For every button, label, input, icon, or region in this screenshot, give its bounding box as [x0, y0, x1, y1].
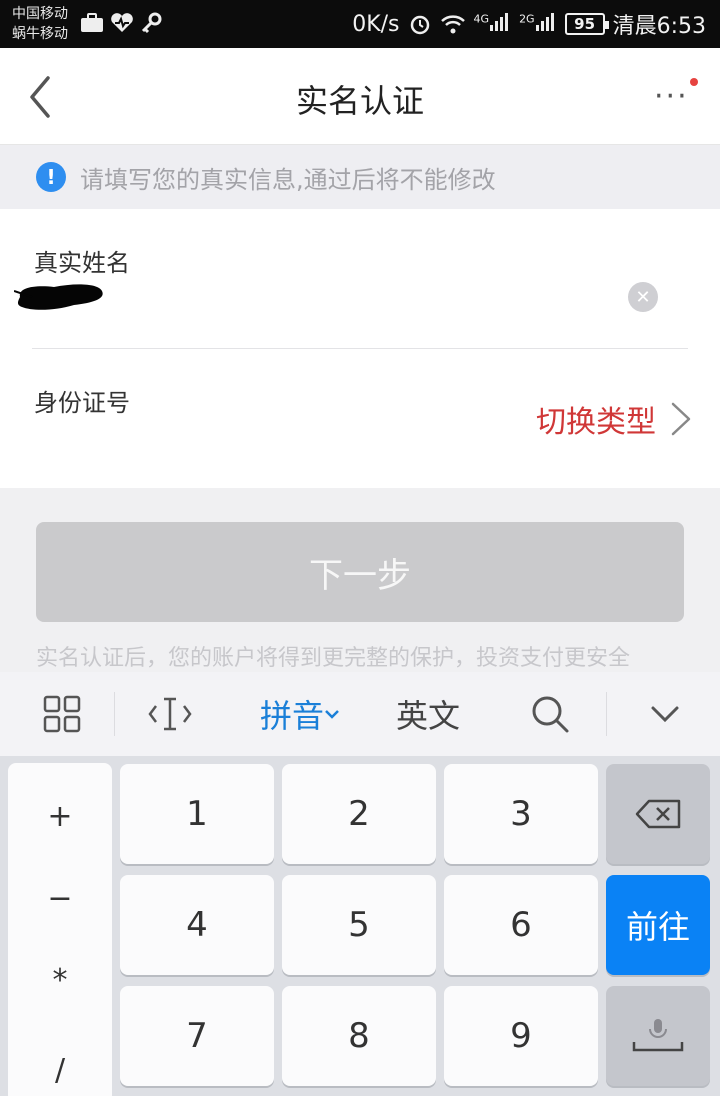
voice-space-key[interactable] [606, 986, 710, 1086]
ime-toolbar: 拼音 英文 [0, 672, 720, 756]
backspace-icon [635, 799, 681, 829]
numeric-keyboard: + − * / 1 2 3 4 5 6 前往 7 8 9 [0, 756, 720, 1096]
go-key[interactable]: 前往 [606, 875, 710, 975]
carrier-labels: 中国移动 蜗牛移动 [12, 4, 68, 44]
symbol-column: + − * / [8, 763, 112, 1096]
notice-banner: ! 请填写您的真实信息,通过后将不能修改 [0, 145, 720, 209]
digit-key[interactable]: 2 [282, 764, 436, 864]
pinyin-label: 拼音 [259, 697, 324, 735]
id-number-label: 身份证号 [34, 389, 130, 417]
next-step-button[interactable]: 下一步 [36, 522, 684, 622]
signal-1: 4G [474, 11, 512, 37]
digit-key[interactable]: 8 [282, 986, 436, 1086]
switch-type-label: 切换类型 [536, 405, 656, 440]
key-icon [141, 12, 162, 34]
grid-icon [43, 695, 81, 733]
identity-form: 真实姓名 ✕ 身份证号 切换类型 [0, 209, 720, 488]
notice-text: 请填写您的真实信息,通过后将不能修改 [80, 165, 496, 194]
app-screen: 中国移动 蜗牛移动 0K/s 4G 2G 95 清晨6:53 实名认证 ··· [0, 0, 720, 1096]
search-button[interactable] [510, 672, 590, 756]
status-right: 0K/s 4G 2G 95 清晨6:53 [352, 0, 706, 48]
symbol-key[interactable]: / [8, 1053, 112, 1088]
close-icon: ✕ [635, 286, 651, 308]
search-icon [532, 696, 569, 733]
briefcase-icon [81, 13, 103, 32]
clear-input-button[interactable]: ✕ [628, 282, 658, 312]
switch-type-button[interactable]: 切换类型 [536, 397, 692, 441]
health-heart-icon [111, 13, 133, 33]
hide-keyboard-button[interactable] [625, 672, 705, 756]
microphone-icon [632, 1019, 684, 1052]
clock: 清晨6:53 [612, 14, 706, 39]
carrier-1: 中国移动 [12, 6, 68, 22]
more-dots-icon: ··· [654, 79, 689, 114]
english-mode-button[interactable]: 英文 [378, 672, 478, 756]
carrier-2: 蜗牛移动 [12, 26, 68, 42]
toolbar-divider [114, 692, 115, 736]
notification-icons [80, 12, 162, 34]
chevron-right-icon [671, 402, 691, 436]
ime-menu-button[interactable] [22, 672, 102, 756]
signal-bars-icon [535, 13, 554, 31]
chevron-down-icon [651, 706, 679, 723]
digit-key[interactable]: 6 [444, 875, 598, 975]
signal-2: 2G [519, 11, 557, 37]
digit-key[interactable]: 1 [120, 764, 274, 864]
symbol-key[interactable]: * [8, 963, 112, 998]
backspace-key[interactable] [606, 764, 710, 864]
digit-key[interactable]: 4 [120, 875, 274, 975]
digit-key[interactable]: 7 [120, 986, 274, 1086]
network-speed: 0K/s [352, 11, 400, 37]
cursor-move-button[interactable] [130, 672, 210, 756]
status-bar: 中国移动 蜗牛移动 0K/s 4G 2G 95 清晨6:53 [0, 0, 720, 48]
toolbar-divider [606, 692, 607, 736]
battery-indicator: 95 [564, 13, 609, 35]
info-icon: ! [36, 162, 66, 192]
digit-key[interactable]: 9 [444, 986, 598, 1086]
more-button[interactable]: ··· [650, 78, 698, 114]
unread-dot [690, 78, 698, 86]
signal-bars-icon [490, 13, 509, 31]
security-hint: 实名认证后，您的账户将得到更完整的保护，投资支付更安全 [36, 646, 631, 671]
real-name-field[interactable] [14, 281, 106, 313]
page-title: 实名认证 [295, 82, 424, 120]
wifi-icon [440, 15, 465, 34]
digit-key[interactable]: 5 [282, 875, 436, 975]
nav-bar: 实名认证 ··· [0, 48, 720, 145]
text-cursor-icon [148, 697, 192, 731]
real-name-label: 真实姓名 [34, 249, 130, 277]
digit-key[interactable]: 3 [444, 764, 598, 864]
field-divider [32, 348, 688, 349]
pinyin-mode-button[interactable]: 拼音 [240, 672, 360, 756]
alarm-icon [410, 15, 429, 35]
symbol-key[interactable]: − [8, 881, 112, 916]
chevron-down-icon [325, 710, 339, 719]
symbol-key[interactable]: + [8, 799, 112, 834]
